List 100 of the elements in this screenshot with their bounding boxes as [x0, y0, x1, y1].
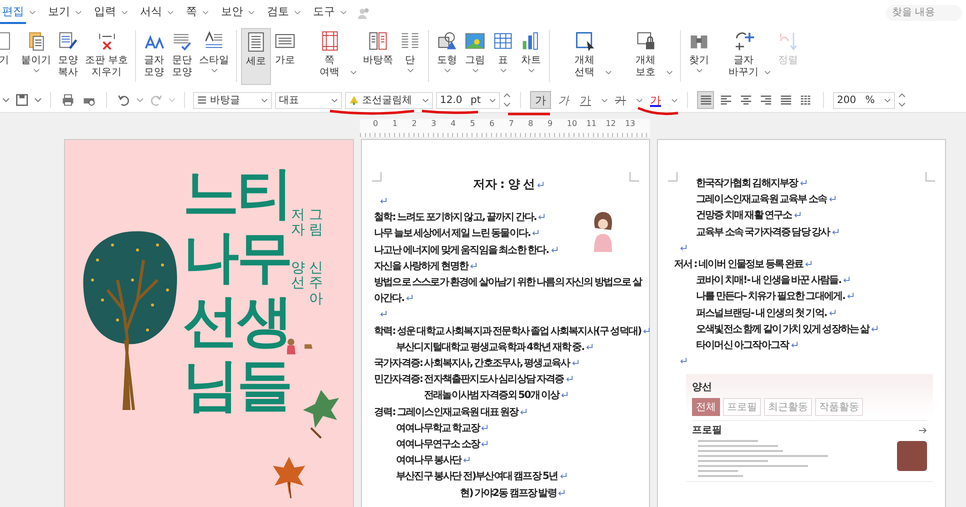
caret-icon[interactable]	[75, 10, 82, 15]
menu-tab[interactable]: 도구	[311, 2, 337, 24]
paragraph-mark-icon	[380, 310, 387, 318]
char-style-button[interactable]: 가	[530, 91, 551, 109]
paragraph-mark-icon	[828, 195, 836, 202]
paragraph-mark-icon	[470, 262, 478, 269]
table-icon	[492, 30, 514, 52]
paragraph-mark-icon	[520, 408, 528, 415]
caret-icon[interactable]	[884, 98, 891, 102]
text-line: 한국작가협회 김해지부장	[696, 178, 798, 189]
ruler-label: 13	[625, 119, 636, 128]
char-style-button[interactable]: 가	[646, 91, 665, 109]
ribbon-button[interactable]: 차트	[517, 28, 546, 85]
ribbon-button[interactable]: 찾기	[685, 28, 714, 85]
ribbon-button[interactable]: 그림	[461, 28, 490, 85]
font-size-field[interactable]: 12.0 pt	[436, 92, 500, 108]
ribbon-button[interactable]: 글자 모양	[140, 28, 168, 85]
char-style-button[interactable]: 가	[576, 91, 595, 109]
char-style-button[interactable]: 가	[611, 91, 630, 109]
arrow-icon[interactable]	[918, 426, 927, 434]
undo-icon[interactable]	[117, 93, 131, 107]
style-value: 바탕글	[210, 94, 240, 107]
ribbon-button[interactable]: 단	[396, 28, 424, 85]
caret-icon[interactable]	[331, 98, 338, 102]
ribbon-button[interactable]: 바탕쪽	[360, 28, 396, 85]
ribbon-button[interactable]: 세로	[241, 28, 272, 85]
caret-icon[interactable]	[340, 10, 347, 15]
caret-icon[interactable]	[167, 10, 174, 15]
ribbon-button[interactable]: 쪽 여백	[299, 28, 360, 85]
ribbon-button[interactable]: 개체 선택	[554, 28, 616, 85]
style-dropdown[interactable]: 바탕글	[193, 92, 272, 108]
ribbon-button[interactable]: 기	[0, 28, 18, 85]
ribbon-button[interactable]: 개체 보호	[615, 28, 676, 85]
char-style-button[interactable]: 가	[554, 91, 573, 109]
menu-tab[interactable]: 서식	[138, 2, 164, 24]
paragraph-mark-icon	[561, 391, 568, 398]
spinner-icon[interactable]	[503, 91, 511, 109]
ruler-label: 12	[606, 119, 617, 128]
menu-tab[interactable]: 보기	[46, 2, 72, 24]
zoom-field[interactable]: 200 %	[833, 92, 895, 108]
credit-role: 그림	[309, 208, 323, 239]
caret-icon[interactable]	[261, 98, 268, 102]
print-icon[interactable]	[61, 93, 75, 107]
caret-icon[interactable]	[136, 97, 144, 103]
caret-icon[interactable]	[29, 10, 36, 15]
caret-icon[interactable]	[671, 98, 678, 102]
credit-name: 신주아	[309, 260, 323, 307]
paragraph-mark-icon	[537, 181, 544, 188]
paragraph-mark-icon	[538, 213, 546, 220]
ribbon-button[interactable]: 표	[489, 28, 518, 85]
credit-name: 양선	[291, 260, 305, 292]
cover-title: 님들	[183, 354, 291, 418]
size-unit: pt	[470, 94, 481, 106]
annotation-underline	[506, 111, 552, 117]
caret-icon[interactable]	[601, 98, 608, 102]
caret-icon[interactable]	[121, 10, 128, 15]
save-icon[interactable]	[15, 93, 29, 107]
size-value: 12.0	[440, 94, 462, 106]
spinner-icon[interactable]	[898, 91, 906, 109]
align-right-icon	[760, 94, 772, 106]
text-line: 방법으로 스스로가 환경에 살아남기 위한 나름의 자신의 방법으로 살	[374, 277, 642, 288]
menu-tab[interactable]: 보안	[219, 2, 245, 24]
ribbon-button[interactable]: 도형	[433, 28, 462, 85]
text-line: 자신을 사랑하게 현명한	[374, 260, 468, 272]
ribbon-button[interactable]: 조판 부호 지우기	[82, 28, 132, 85]
paragraph-mark-icon	[643, 326, 650, 334]
menu-tab[interactable]: 입력	[92, 2, 118, 24]
font-dropdown[interactable]: 조선굴림체	[345, 92, 433, 108]
text-line: 나무 늘보 세상에서 제일 느린 동물이다.	[374, 228, 530, 240]
caret-icon[interactable]	[248, 10, 255, 15]
menu-tab[interactable]: 편집	[0, 2, 26, 24]
cover-title: 느티	[183, 162, 291, 226]
caret-icon[interactable]	[488, 98, 496, 102]
ruler-label: 10	[566, 119, 578, 128]
ribbon-button[interactable]: 문단 모양	[168, 28, 196, 85]
paragraph-mark-icon	[832, 228, 839, 235]
paragraph-mark-icon	[481, 424, 488, 431]
caret-icon[interactable]	[2, 97, 10, 103]
menu-tab[interactable]: 쪽	[184, 2, 199, 24]
caret-icon[interactable]	[202, 10, 209, 15]
text-line: 학력: 성운 대학교 사회복지과 전문학사 졸업 사회복지사(구 성덕대)	[374, 326, 642, 337]
photo-placeholder	[897, 441, 927, 472]
section-heading: 프로필	[692, 424, 722, 438]
ribbon-button[interactable]: 붙이기	[18, 28, 54, 85]
ribbon-button[interactable]: 가로	[271, 28, 300, 85]
annotation-underline	[636, 106, 680, 116]
menu-tab[interactable]: 검토	[265, 2, 291, 24]
ribbon-button[interactable]: 모양 복사	[54, 28, 82, 85]
align-button[interactable]	[697, 91, 714, 109]
caret-icon[interactable]	[34, 97, 42, 103]
caret-icon[interactable]	[294, 10, 301, 15]
caret-icon[interactable]	[422, 98, 429, 102]
language-dropdown[interactable]: 대표	[275, 92, 342, 108]
ruler[interactable]: 0 1 2 3 4 5 6 7 8 9 10 11 12 13	[360, 119, 650, 137]
caret-icon[interactable]	[636, 98, 643, 102]
text-line: 여여나무 봉사단	[396, 455, 462, 466]
search-field[interactable]: 찾을 내용	[886, 4, 962, 20]
ribbon-button[interactable]: 스타일	[196, 28, 232, 85]
paragraph-mark-icon	[560, 472, 567, 480]
ribbon-button[interactable]: 글자 바꾸기	[713, 28, 774, 85]
